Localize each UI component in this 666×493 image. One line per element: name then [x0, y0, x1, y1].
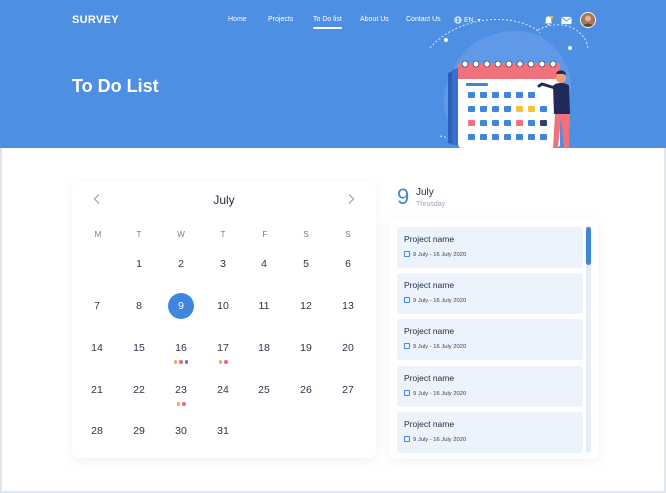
event-dot: [179, 360, 183, 364]
event-dots: [173, 360, 189, 364]
event-dot: [176, 402, 180, 406]
event-dot: [182, 402, 186, 406]
event-dot: [184, 360, 189, 364]
brand-logo[interactable]: SURVEY: [72, 14, 119, 26]
calendar-day[interactable]: 27: [335, 377, 361, 403]
calendar-day[interactable]: 18: [251, 335, 277, 361]
page-title: To Do List: [72, 76, 159, 96]
calendar-icon: [404, 436, 410, 442]
task-card[interactable]: Project name 9 July - 16 July 2020: [397, 227, 583, 268]
event-dots: [176, 402, 186, 406]
calendar-day[interactable]: 13: [335, 293, 361, 319]
task-date: 9 July - 16 July 2020: [413, 252, 467, 258]
nav-home[interactable]: Home: [228, 16, 247, 23]
weekday-label: M: [94, 230, 102, 239]
event-dot: [173, 360, 178, 364]
calendar-day[interactable]: 5: [293, 251, 319, 277]
event-dots: [218, 360, 228, 364]
calendar-day[interactable]: 8: [126, 293, 152, 319]
selected-day-number: 9: [397, 184, 410, 209]
calendar-icon: [404, 343, 410, 349]
weekday-label: T: [136, 230, 142, 239]
calendar-day[interactable]: 28: [84, 418, 110, 444]
task-name: Project name: [404, 280, 455, 290]
calendar-day[interactable]: 21: [84, 377, 110, 403]
event-dot: [224, 360, 228, 364]
calendar-day[interactable]: 29: [126, 418, 152, 444]
calendar-month: July: [213, 193, 235, 207]
task-card[interactable]: Project name 9 July - 16 July 2020: [397, 273, 583, 314]
selected-day-month: July: [416, 187, 434, 198]
app-frame: SURVEY Home Projects To Do list About Us…: [0, 0, 666, 493]
task-date: 9 July - 16 July 2020: [413, 344, 467, 350]
weekday-label: T: [220, 230, 226, 239]
selected-day-weekday: Thrusday: [416, 201, 446, 208]
calendar-day[interactable]: 12: [293, 293, 319, 319]
calendar-day[interactable]: 10: [210, 293, 236, 319]
calendar-panel: July M T W T F S S 1 2 3 4 5 6 7 8 9 10 11 12 13 14 15…: [72, 182, 376, 458]
calendar-icon: [404, 390, 410, 396]
calendar-day[interactable]: 22: [126, 377, 152, 403]
calendar-day[interactable]: 16: [168, 335, 194, 361]
calendar-day[interactable]: 20: [335, 335, 361, 361]
task-date: 9 July - 16 July 2020: [413, 391, 467, 397]
calendar-day[interactable]: 1: [126, 251, 152, 277]
calendar-day[interactable]: 30: [168, 418, 194, 444]
task-list: Project name 9 July - 16 July 2020 Proje…: [389, 219, 599, 459]
calendar-day[interactable]: 24: [210, 377, 236, 403]
task-name: Project name: [404, 373, 455, 383]
weekday-label: S: [345, 230, 351, 239]
task-card[interactable]: Project name 9 July - 16 July 2020: [397, 412, 583, 453]
calendar-day[interactable]: 31: [210, 418, 236, 444]
task-name: Project name: [404, 326, 455, 336]
task-name: Project name: [404, 419, 455, 429]
calendar-day-selected[interactable]: 9: [168, 293, 194, 319]
calendar-day[interactable]: 26: [293, 377, 319, 403]
calendar-icon: [404, 297, 410, 303]
calendar-day[interactable]: 6: [335, 251, 361, 277]
calendar-day[interactable]: 17: [210, 335, 236, 361]
calendar-day[interactable]: 3: [210, 251, 236, 277]
calendar-day[interactable]: 25: [251, 377, 277, 403]
calendar-day[interactable]: 4: [251, 251, 277, 277]
calendar-day[interactable]: 19: [293, 335, 319, 361]
hero-header: SURVEY Home Projects To Do list About Us…: [0, 0, 666, 148]
task-card[interactable]: Project name 9 July - 16 July 2020: [397, 366, 583, 407]
nav-projects[interactable]: Projects: [268, 16, 293, 23]
nav-about-us[interactable]: About Us: [360, 16, 389, 23]
calendar-day[interactable]: 23: [168, 377, 194, 403]
calendar-day[interactable]: 14: [84, 335, 110, 361]
calendar-day[interactable]: 7: [84, 293, 110, 319]
calendar-day[interactable]: 11: [251, 293, 277, 319]
event-dot: [218, 360, 222, 364]
nav-todo-list[interactable]: To Do list: [313, 16, 342, 29]
calendar-day[interactable]: 15: [126, 335, 152, 361]
calendar-icon: [404, 251, 410, 257]
task-date: 9 July - 16 July 2020: [413, 298, 467, 304]
chevron-right-icon[interactable]: [344, 192, 358, 206]
task-scrollbar-thumb[interactable]: [586, 227, 591, 265]
calendar-illustration: [429, 19, 589, 148]
calendar-day[interactable]: 2: [168, 251, 194, 277]
weekday-label: W: [177, 230, 185, 239]
task-date: 9 July - 16 July 2020: [413, 437, 467, 443]
weekday-label: S: [303, 230, 309, 239]
weekday-label: F: [262, 230, 268, 239]
task-card[interactable]: Project name 9 July - 16 July 2020: [397, 319, 583, 360]
task-name: Project name: [404, 234, 455, 244]
